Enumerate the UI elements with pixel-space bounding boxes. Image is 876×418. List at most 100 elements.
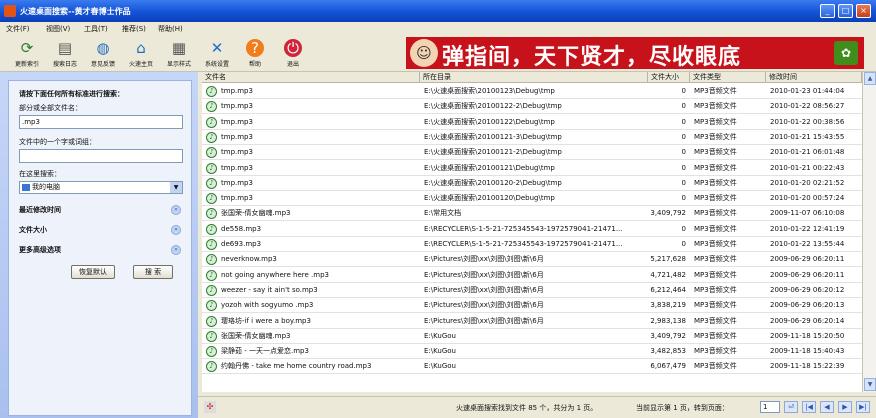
header-modified[interactable]: 修改时间 [766, 72, 862, 83]
row-filename: yozoh with sogyumo .mp3 [221, 301, 314, 310]
toolbar-label: 显示样式 [166, 61, 191, 68]
menu-view[interactable]: 视图(V) [46, 24, 70, 34]
phrase-input[interactable] [19, 149, 183, 163]
table-row[interactable]: ♪ tmp.mp3 E:\火速桌面搜索\20100122\Debug\tmp 0 MP3… [202, 115, 862, 130]
filename-input[interactable]: .mp3 [19, 115, 183, 129]
table-row[interactable]: ♪ 梁静茹 - 一天一点爱恋.mp3 E:\KuGou 3,482,853 MP3音频文… [202, 344, 862, 360]
table-row[interactable]: ♪ 璎珞坊-if i were a boy.mp3 E:\Pictures\刘图\x… [202, 314, 862, 329]
scroll-down-icon[interactable]: ▼ [864, 378, 876, 391]
table-row[interactable]: ♪ tmp.mp3 E:\火速桌面搜索\20100123\Debug\tmp 0 MP3… [202, 84, 862, 99]
header-filename[interactable]: 文件名 [202, 72, 420, 83]
title-bar: 火速桌面搜索--黄才春博士作品 _ □ × [0, 0, 876, 22]
table-row[interactable]: ♪ de558.mp3 E:\RECYCLER\S-1-5-21-725345543… [202, 222, 862, 237]
row-type: MP3音频文件 [694, 224, 737, 233]
row-filename: tmp.mp3 [221, 102, 253, 111]
row-type: MP3音频文件 [694, 102, 737, 111]
ad-banner[interactable]: ☺ 弹指间，天下贤才，尽收眼底 ✿ [406, 37, 864, 70]
row-modified: 2010-01-22 08:56:27 [770, 102, 845, 111]
expand-modified-icon[interactable]: » [171, 205, 181, 215]
search-log-button[interactable]: ▤ 搜索日志 [48, 38, 82, 70]
refresh-index-icon: ⟳ [20, 39, 34, 57]
next-page-icon[interactable]: ▶ [838, 401, 852, 413]
table-row[interactable]: ♪ tmp.mp3 E:\火速桌面搜索\20100122-2\Debug\tmp 0 M… [202, 99, 862, 115]
exit-button[interactable]: ⏻ 退出 [276, 38, 310, 70]
mp3-file-icon: ♪ [206, 116, 217, 128]
table-row[interactable]: ♪ yozoh with sogyumo .mp3 E:\Pictures\刘图\x… [202, 298, 862, 314]
row-type: MP3音频文件 [694, 270, 737, 279]
search-button[interactable]: 搜 索 [133, 265, 173, 279]
table-row[interactable]: ♪ 张国荣-倩女幽魂.mp3 E:\常用文档 3,409,792 MP3音频文件 2009… [202, 206, 862, 222]
prev-page-icon[interactable]: ◀ [820, 401, 834, 413]
header-type[interactable]: 文件类型 [690, 72, 766, 83]
row-type: MP3音频文件 [694, 178, 737, 187]
file-size-section[interactable]: 文件大小 [19, 225, 47, 235]
table-row[interactable]: ♪ tmp.mp3 E:\火速桌面搜索\20100121-3\Debug\tmp 0 M… [202, 130, 862, 145]
homepage-button[interactable]: ⌂ 火速主页 [124, 38, 158, 70]
table-row[interactable]: ♪ tmp.mp3 E:\火速桌面搜索\20100121\Debug\tmp 0 MP3… [202, 161, 862, 176]
help-icon: ? [246, 39, 264, 57]
menu-help[interactable]: 帮助(H) [158, 24, 183, 34]
go-page-icon[interactable]: ⏎ [784, 401, 798, 413]
mp3-file-icon: ♪ [206, 330, 217, 342]
row-type: MP3音频文件 [694, 148, 737, 157]
location-select[interactable]: 我的电脑 ▼ [19, 181, 183, 194]
menu-file[interactable]: 文件(F) [6, 24, 30, 34]
row-directory: E:\火速桌面搜索\20100121-3\Debug\tmp [424, 132, 562, 141]
mp3-file-icon: ♪ [206, 346, 217, 358]
last-page-icon[interactable]: ▶| [856, 401, 870, 413]
minimize-button[interactable]: _ [820, 4, 835, 18]
page-indicator: 当前显示第 1 页，转到页面： [636, 404, 729, 412]
row-directory: E:\常用文档 [424, 209, 462, 218]
menu-tools[interactable]: 工具(T) [84, 24, 108, 34]
menu-recommend[interactable]: 推荐(S) [122, 24, 146, 34]
display-style-button[interactable]: ▦ 显示样式 [162, 38, 196, 70]
header-size[interactable]: 文件大小 [648, 72, 690, 83]
row-size: 3,409,792 [650, 209, 686, 218]
table-row[interactable]: ♪ not going anywhere here .mp3 E:\Pictures… [202, 268, 862, 283]
first-page-icon[interactable]: |◀ [802, 401, 816, 413]
row-filename: 张国荣-倩女幽魂.mp3 [221, 331, 291, 340]
page-number-input[interactable]: 1 [760, 401, 780, 413]
table-row[interactable]: ♪ weezer - say it ain't so.mp3 E:\Pictures… [202, 283, 862, 298]
table-row[interactable]: ♪ 约翰丹佛 - take me home country road.mp3 E:\… [202, 359, 862, 375]
mp3-file-icon: ♪ [206, 101, 217, 113]
row-size: 0 [681, 87, 686, 95]
table-row[interactable]: ♪ 张国荣-倩女幽魂.mp3 E:\KuGou 3,409,792 MP3音频文件 200… [202, 329, 862, 344]
expand-size-icon[interactable]: » [171, 225, 181, 235]
feedback-button[interactable]: ◍ 意见反馈 [86, 38, 120, 70]
table-row[interactable]: ♪ tmp.mp3 E:\火速桌面搜索\20100121-2\Debug\tmp 0 M… [202, 145, 862, 161]
maximize-button[interactable]: □ [838, 4, 853, 18]
tools-icon: ✕ [210, 39, 224, 57]
vertical-scrollbar[interactable]: ▲ ▼ [862, 72, 876, 392]
header-directory[interactable]: 所在目录 [420, 72, 648, 83]
results-table: 文件名 所在目录 文件大小 文件类型 修改时间 ♪ tmp.mp3 E:\火速桌面搜… [202, 72, 862, 392]
row-modified: 2009-11-18 15:20:50 [770, 331, 845, 340]
table-row[interactable]: ♪ de693.mp3 E:\RECYCLER\S-1-5-21-725345543… [202, 237, 862, 252]
power-icon: ⏻ [284, 39, 302, 57]
reset-button[interactable]: 恢复默认 [71, 265, 115, 279]
close-button[interactable]: × [856, 4, 871, 18]
expand-advanced-icon[interactable]: » [171, 245, 181, 255]
status-bar: ✣ 火速桌面搜索找到文件 85 个，共分为 1 页。 当前显示第 1 页，转到页… [198, 396, 876, 418]
table-row[interactable]: ♪ neverknow.mp3 E:\Pictures\刘图\xx\刘图\刘图\新\… [202, 252, 862, 268]
row-filename: tmp.mp3 [221, 178, 253, 187]
row-directory: E:\火速桌面搜索\20100122-2\Debug\tmp [424, 102, 562, 111]
update-index-button[interactable]: ⟳ 更新索引 [10, 38, 44, 70]
scroll-up-icon[interactable]: ▲ [864, 72, 876, 85]
table-row[interactable]: ♪ tmp.mp3 E:\火速桌面搜索\20100120\Debug\tmp 0 MP3… [202, 191, 862, 207]
row-modified: 2009-06-29 06:20:11 [770, 270, 845, 279]
row-type: MP3音频文件 [694, 255, 737, 264]
row-type: MP3音频文件 [694, 331, 737, 340]
mp3-file-icon: ♪ [206, 284, 217, 296]
table-row[interactable]: ♪ tmp.mp3 E:\火速桌面搜索\20100120-2\Debug\tmp 0 M… [202, 176, 862, 191]
row-directory: E:\火速桌面搜索\20100122\Debug\tmp [424, 117, 555, 126]
advanced-options-section[interactable]: 更多高级选项 [19, 245, 61, 255]
settings-button[interactable]: ✕ 系统设置 [200, 38, 234, 70]
computer-icon [22, 184, 30, 191]
chevron-down-icon[interactable]: ▼ [170, 182, 182, 193]
modified-time-section[interactable]: 最近修改时间 [19, 205, 61, 215]
help-button[interactable]: ? 帮助 [238, 38, 272, 70]
row-type: MP3音频文件 [694, 87, 737, 95]
row-size: 3,838,219 [650, 301, 686, 310]
row-modified: 2010-01-20 02:21:52 [770, 178, 845, 187]
